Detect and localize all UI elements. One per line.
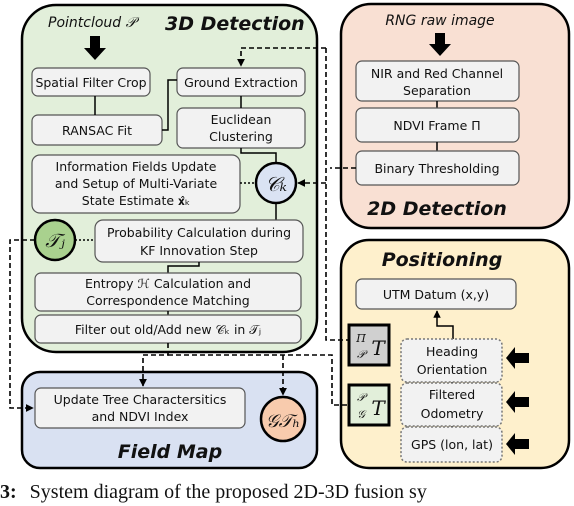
panel-3d-detection-title: 3D Detection [165,13,305,35]
information-fields-label-2: and Setup of Multi-Variate [55,176,218,191]
ck-node-label: 𝒞ₖ [265,172,287,196]
binary-thresholding-label: Binary Thresholding [374,161,499,176]
information-fields-label-1: Information Fields Update [56,159,217,174]
panel-positioning-title: Positioning [382,249,503,271]
heading-orientation-label-1: Heading [426,344,478,359]
panel-3d-detection: Pointcloud 𝒫 3D Detection Spatial Filter… [20,3,319,354]
rng-input-label: RNG raw image [385,13,494,29]
gps-label: GPS (lon, lat) [411,437,493,452]
probability-calculation-label-2: KF Innovation Step [140,243,258,258]
tj-node-label: 𝒯ⱼ [45,230,65,252]
pi-to-p-transform-t: T [371,336,386,360]
heading-orientation-label-2: Orientation [417,362,488,377]
entropy-calculation-label-2: Correspondence Matching [86,293,249,308]
panel-2d-detection: RNG raw image NIR and Red Channel Separa… [339,2,571,230]
ndvi-frame-label: NDVI Frame Π [393,118,480,133]
entropy-calculation-label-1: Entropy ℋ Calculation and [85,276,251,291]
gth-node-label: 𝒢𝒯ₕ [266,411,300,432]
information-fields-label-3: State Estimate 𝐱̂ₖ [82,193,190,208]
euclidean-clustering-label-2: Clustering [209,129,273,144]
update-tree-label-2: and NDVI Index [92,409,189,424]
pi-to-p-transform-top: Π [355,332,366,345]
figure-caption: 3: System diagram of the proposed 2D-3D … [0,481,427,503]
pointcloud-input-label: Pointcloud 𝒫 [48,15,140,31]
utm-datum-label: UTM Datum (x,y) [383,287,489,302]
system-diagram: Pointcloud 𝒫 3D Detection Spatial Filter… [0,2,571,503]
nir-red-separation-label-1: NIR and Red Channel [371,66,503,81]
filtered-odometry-label-1: Filtered [429,387,475,402]
panel-field-map: Update Tree Charactersitics and NDVI Ind… [20,370,319,470]
filtered-odometry-label-2: Odometry [421,406,484,421]
filter-add-label: Filter out old/Add new 𝒞ₖ in 𝒯ⱼ [75,322,261,337]
ransac-fit-label: RANSAC Fit [62,123,132,138]
spatial-filter-crop-label: Spatial Filter Crop [35,75,146,90]
caption-text: System diagram of the proposed 2D-3D fus… [30,481,427,503]
p-to-g-transform-t: T [371,396,386,420]
panel-2d-detection-title: 2D Detection [367,198,507,220]
probability-calculation-label-1: Probability Calculation during [107,225,291,240]
panel-positioning: Positioning UTM Datum (x,y) Heading Orie… [339,238,571,470]
ground-extraction-label: Ground Extraction [184,75,298,90]
panel-field-map-title: Field Map [118,441,222,463]
nir-red-separation-label-2: Separation [403,83,471,98]
caption-label: 3: [0,481,17,503]
euclidean-clustering-label-1: Euclidean [211,112,272,127]
update-tree-label-1: Update Tree Charactersitics [54,392,227,407]
